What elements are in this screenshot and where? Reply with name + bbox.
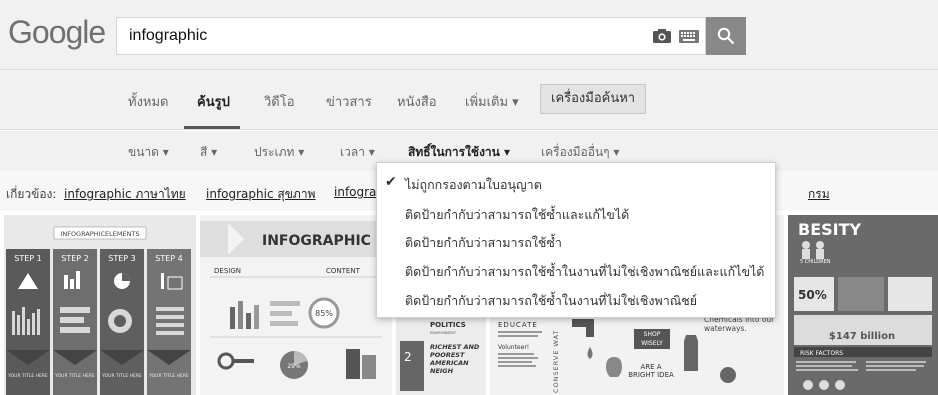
related-link[interactable]: infographic ภาษาไทย — [64, 185, 186, 204]
search-header: Google — [0, 0, 938, 70]
thumbnail-image: BESITY 5 CHILDREN 50% $147 billion RISK … — [788, 215, 938, 395]
thumb2-content: CONTENT — [326, 267, 361, 275]
thumb2-title: INFOGRAPHIC — [262, 233, 371, 249]
tab-all[interactable]: ทั้งหมด — [128, 91, 169, 112]
thumb4-bright: ARE A BRIGHT IDEA — [628, 363, 674, 379]
filter-time[interactable]: เวลา ▾ — [340, 143, 375, 162]
usage-option-label: ไม่ถูกกรองตามใบอนุญาต — [405, 177, 542, 192]
filter-type[interactable]: ประเภท ▾ — [254, 143, 304, 162]
filter-more-tools[interactable]: เครื่องมืออื่นๆ ▾ — [541, 143, 619, 162]
search-nav: ทั้งหมด ค้นรูป วิดีโอ ข่าวสาร หนังสือ เพ… — [0, 70, 938, 130]
thumb5-cost: $147 billion — [829, 331, 895, 342]
usage-option-label: ติดป้ายกำกับว่าสามารถใช้ซ้ำในงานที่ไม่ใช… — [405, 264, 765, 279]
tab-images[interactable]: ค้นรูป — [197, 91, 230, 112]
thumb5-pct: 50% — [798, 288, 827, 302]
search-button[interactable] — [706, 17, 746, 55]
thumb4-shop: SHOP WISELY — [641, 331, 663, 347]
thumb3-richest: RICHEST AND POOREST AMERICAN NEIGH — [430, 343, 480, 375]
thumb2-design: DESIGN — [214, 267, 241, 275]
keyboard-icon[interactable] — [679, 30, 699, 43]
thumbnail-image: INFOGRAPHICELEMENTS STEP 1 STEP 2 STEP 3… — [4, 215, 196, 395]
usage-option-noncommercial[interactable]: ติดป้ายกำกับว่าสามารถใช้ซ้ำในงานที่ไม่ใช… — [377, 285, 775, 313]
search-icon — [717, 27, 735, 45]
related-label: เกี่ยวข้อง: — [6, 187, 57, 201]
filter-size[interactable]: ขนาด ▾ — [128, 143, 169, 162]
google-logo[interactable]: Google — [8, 14, 106, 51]
usage-option-reuse-modify[interactable]: ติดป้ายกำกับว่าสามารถใช้ซ้ำและแก้ไขได้ — [377, 199, 775, 227]
thumbnail-image: INFOGRAPHIC DESIGN CONTENT 85% 29% — [200, 215, 392, 395]
thumb5-children: 5 CHILDREN — [800, 259, 831, 265]
thumb3-environment: ENVIRONMENT — [430, 331, 457, 335]
thumb5-risk: RISK FACTORS — [800, 350, 843, 357]
related-link[interactable]: infographic สุขภาพ — [206, 185, 315, 204]
active-tab-indicator — [184, 126, 240, 129]
tab-news[interactable]: ข่าวสาร — [326, 91, 372, 112]
checkmark-icon: ✔ — [385, 174, 397, 190]
step-label: STEP 4 — [155, 254, 182, 263]
usage-option-label: ติดป้ายกำกับว่าสามารถใช้ซ้ำ — [405, 235, 562, 250]
step-label: STEP 2 — [61, 254, 88, 263]
step-label: STEP 3 — [108, 254, 135, 263]
thumb1-header: INFOGRAPHICELEMENTS — [60, 230, 139, 238]
thumb5-title: BESITY — [798, 220, 862, 239]
tab-books[interactable]: หนังสือ — [397, 91, 437, 112]
search-box[interactable] — [116, 17, 706, 55]
usage-rights-menu: ✔ ไม่ถูกกรองตามใบอนุญาต ติดป้ายกำกับว่าส… — [376, 162, 776, 318]
related-link[interactable]: กรม — [808, 185, 830, 204]
svg-text:2: 2 — [404, 350, 412, 364]
step-footer: YOUR TITLE HERE — [101, 373, 142, 379]
step-label: STEP 1 — [14, 254, 41, 263]
camera-icon[interactable] — [653, 29, 671, 43]
image-result[interactable]: INFOGRAPHICELEMENTS STEP 1 STEP 2 STEP 3… — [4, 215, 196, 395]
step-footer: YOUR TITLE HERE — [148, 373, 189, 379]
usage-option-not-filtered[interactable]: ✔ ไม่ถูกกรองตามใบอนุญาต — [377, 169, 775, 197]
search-tools-button[interactable]: เครื่องมือค้นหา — [540, 84, 647, 114]
search-input[interactable] — [129, 26, 609, 46]
usage-option-reuse[interactable]: ติดป้ายกำกับว่าสามารถใช้ซ้ำ — [377, 227, 775, 255]
thumb3-politics: POLITICS — [430, 321, 466, 329]
thumb2-pct1: 85% — [315, 309, 333, 318]
related-link[interactable]: infogra — [334, 185, 376, 199]
filter-usage-rights[interactable]: สิทธิ์ในการใช้งาน ▾ — [408, 143, 510, 162]
image-result[interactable]: BESITY 5 CHILDREN 50% $147 billion RISK … — [788, 215, 938, 395]
thumb4-volunteer: Volunteer! — [498, 344, 529, 351]
thumb4-educate: EDUCATE — [498, 321, 538, 329]
image-result[interactable]: INFOGRAPHIC DESIGN CONTENT 85% 29% — [200, 215, 392, 395]
usage-option-label: ติดป้ายกำกับว่าสามารถใช้ซ้ำและแก้ไขได้ — [405, 207, 630, 222]
filter-color[interactable]: สี ▾ — [200, 143, 217, 162]
tab-videos[interactable]: วิดีโอ — [264, 91, 295, 112]
usage-option-label: ติดป้ายกำกับว่าสามารถใช้ซ้ำในงานที่ไม่ใช… — [405, 293, 698, 308]
thumb4-conserve: CONSERVE WAT — [552, 329, 560, 393]
tab-more[interactable]: เพิ่มเติม ▾ — [465, 91, 519, 112]
step-footer: YOUR TITLE HERE — [54, 373, 95, 379]
usage-option-noncommercial-modify[interactable]: ติดป้ายกำกับว่าสามารถใช้ซ้ำในงานที่ไม่ใช… — [377, 256, 775, 284]
thumb2-pct2: 29% — [287, 363, 301, 370]
step-footer: YOUR TITLE HERE — [7, 373, 48, 379]
